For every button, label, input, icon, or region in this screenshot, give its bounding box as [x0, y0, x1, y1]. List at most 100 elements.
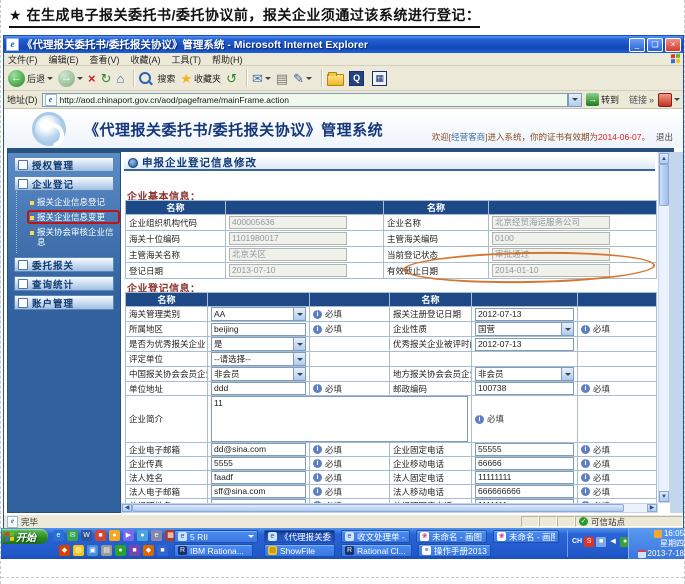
quicklaunch-notes-icon[interactable]: ▤	[101, 545, 112, 556]
text-input[interactable]: ddd	[211, 382, 306, 395]
favorites-button[interactable]: ★ 收藏夹	[180, 71, 221, 86]
mail-button[interactable]: ✉	[252, 71, 271, 86]
menu-item-4[interactable]: 工具(T)	[172, 53, 202, 66]
links-label[interactable]: 链接	[629, 93, 647, 106]
horizontal-scrollbar[interactable]: ◀ ▶	[121, 503, 658, 513]
sidebar-subitem-1[interactable]: 报关企业信息变更	[27, 210, 120, 224]
quicklaunch-ie-icon[interactable]: e	[53, 530, 64, 541]
logout-link[interactable]: 退出	[656, 132, 673, 142]
dropdown-select[interactable]: 国营	[475, 322, 574, 336]
text-input[interactable]: faadf	[211, 471, 306, 484]
text-input[interactable]: 2012-07-13	[475, 308, 574, 321]
horizontal-scroll-thumb[interactable]	[132, 504, 624, 512]
text-input[interactable]: sff@sina.com	[211, 485, 306, 498]
text-input[interactable]: 666666666	[475, 485, 574, 498]
sidebar-button-0[interactable]: 授权管理	[14, 157, 114, 172]
stop-button[interactable]: ×	[88, 71, 96, 86]
taskbar-button[interactable]: RRational Cl...	[341, 544, 412, 557]
dropdown-button[interactable]	[293, 353, 305, 365]
dropdown-select[interactable]: AA	[211, 307, 306, 321]
text-input[interactable]: 2012-07-13	[475, 338, 574, 351]
company-intro-textarea[interactable]: 11	[211, 396, 468, 442]
start-button[interactable]: 开始	[2, 529, 48, 544]
quicklaunch-purple-app-icon[interactable]: ■	[129, 545, 140, 556]
menu-item-1[interactable]: 编辑(E)	[49, 53, 79, 66]
sidebar-subitem-0[interactable]: 报关企业信息登记	[29, 196, 118, 208]
dropdown-select[interactable]: 是	[211, 337, 306, 351]
quicklaunch-qq-icon[interactable]: ●	[109, 530, 120, 541]
text-input[interactable]: dd@sina.com	[211, 443, 306, 456]
go-button[interactable]: → 转到	[586, 93, 619, 106]
home-button[interactable]: ⌂	[117, 71, 125, 86]
search-button[interactable]: 搜索	[139, 72, 175, 85]
forward-button[interactable]: →	[58, 70, 83, 87]
refresh-button[interactable]: ↻	[101, 71, 112, 86]
taskbar-button[interactable]: RIBM Rationa...	[174, 544, 253, 557]
vertical-scrollbar[interactable]: ▲ ▼	[658, 152, 670, 503]
text-input[interactable]: 55555	[475, 443, 574, 456]
dropdown-button[interactable]	[293, 308, 305, 320]
ime-indicator[interactable]: CH	[572, 537, 582, 547]
addon-icon[interactable]	[658, 93, 672, 107]
taskbar-button[interactable]: e收文处理单 -...	[341, 530, 410, 543]
address-dropdown-button[interactable]	[568, 93, 582, 107]
volume-icon[interactable]: ◀	[608, 537, 618, 547]
dropdown-button[interactable]	[561, 323, 573, 335]
plugin-q-button[interactable]: Q	[349, 71, 367, 86]
edit-button[interactable]: ✎	[293, 71, 312, 86]
dropdown-select[interactable]: 非会员	[211, 367, 306, 381]
taskbar-button[interactable]: ❀未命名 - 画图	[493, 530, 559, 543]
dropdown-select[interactable]: --请选择--	[211, 352, 306, 366]
taskbar-button[interactable]: e《代理报关委...	[264, 530, 335, 543]
taskbar-button[interactable]: ≡操作手册2013...	[418, 544, 491, 557]
menu-item-5[interactable]: 帮助(H)	[212, 53, 243, 66]
text-input[interactable]: 11111111	[475, 471, 574, 484]
sogou-icon[interactable]: S	[584, 537, 594, 547]
scroll-left-button[interactable]: ◀	[122, 504, 132, 512]
taskbar-button[interactable]: ▤ShowFile	[264, 544, 335, 557]
history-button[interactable]: ↺	[226, 71, 237, 86]
taskbar-button[interactable]: ❀未命名 - 画图	[416, 530, 487, 543]
menu-item-0[interactable]: 文件(F)	[8, 53, 38, 66]
dropdown-button[interactable]	[293, 338, 305, 350]
quicklaunch-browser-icon[interactable]: e	[151, 530, 162, 541]
dropdown-button[interactable]	[561, 368, 573, 380]
sidebar-button-1[interactable]: 企业登记	[14, 176, 114, 191]
dropdown-select[interactable]: 非会员	[475, 367, 574, 381]
scroll-down-button[interactable]: ▼	[659, 491, 669, 502]
maximize-button[interactable]: ❏	[647, 38, 663, 52]
minimize-button[interactable]: _	[629, 38, 645, 52]
sidebar-subitem-2[interactable]: 报关协会审核企业信息	[29, 226, 118, 248]
sidebar-button-3[interactable]: 查询统计	[14, 276, 114, 291]
quicklaunch-media-icon[interactable]: ▶	[123, 530, 134, 541]
links-chevron-icon[interactable]: »	[649, 95, 654, 105]
app-tray-icon[interactable]: ■	[596, 537, 606, 547]
address-input[interactable]: e http://aod.chinaport.gov.cn/aod/pagefr…	[42, 93, 568, 107]
text-input[interactable]: beijing	[211, 323, 306, 336]
text-input[interactable]: 5555	[211, 457, 306, 470]
plugin-grid-button[interactable]: ▦	[372, 71, 390, 86]
quicklaunch-shield-icon[interactable]: ■	[95, 530, 106, 541]
close-button[interactable]: ×	[665, 38, 681, 52]
back-button[interactable]: ← 后退	[8, 70, 53, 87]
quicklaunch-pc-icon[interactable]: ▣	[87, 545, 98, 556]
text-input[interactable]: 100738	[475, 382, 574, 395]
folder-button[interactable]	[327, 71, 344, 86]
dropdown-button[interactable]	[293, 368, 305, 380]
quicklaunch-folder-icon[interactable]: ▤	[73, 545, 84, 556]
print-button[interactable]: ▤	[276, 71, 288, 86]
scroll-right-button[interactable]: ▶	[647, 504, 657, 512]
text-input[interactable]: 66666	[475, 457, 574, 470]
quicklaunch-word-icon[interactable]: W	[81, 530, 92, 541]
sidebar-button-2[interactable]: 委托报关	[14, 257, 114, 272]
vertical-scroll-thumb[interactable]	[659, 164, 669, 206]
quicklaunch-user-icon[interactable]: ●	[137, 530, 148, 541]
quicklaunch-mail-icon[interactable]: ✉	[67, 530, 78, 541]
scroll-up-button[interactable]: ▲	[659, 153, 669, 164]
taskbar-button[interactable]: e5 RII	[174, 530, 258, 543]
menu-item-2[interactable]: 查看(V)	[90, 53, 120, 66]
quicklaunch-blue-app-icon[interactable]: ■	[157, 545, 168, 556]
quicklaunch-diamond-icon[interactable]: ◆	[59, 545, 70, 556]
quicklaunch-orange-app-icon[interactable]: ◆	[143, 545, 154, 556]
quicklaunch-green-app-icon[interactable]: ●	[115, 545, 126, 556]
